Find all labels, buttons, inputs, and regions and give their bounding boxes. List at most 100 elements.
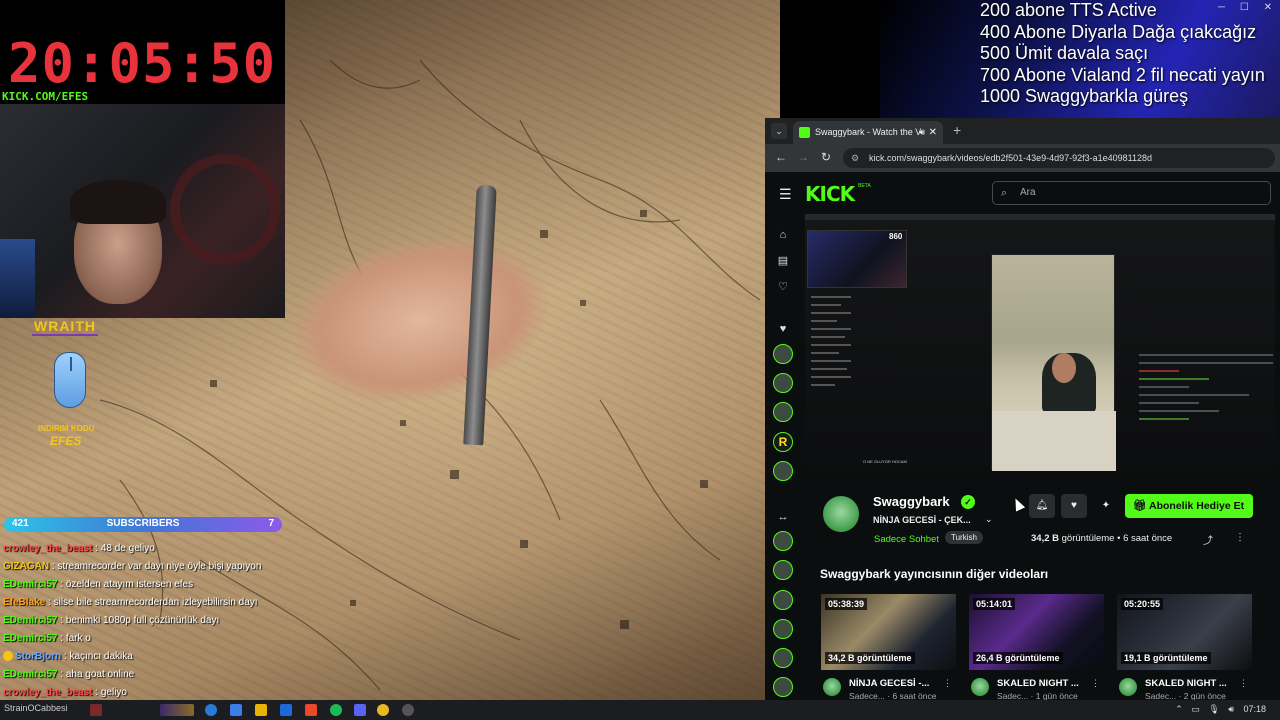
back-icon[interactable]: ← <box>775 150 787 164</box>
heart-icon[interactable]: ♥ <box>1061 494 1087 518</box>
address-bar: ← → ↻ ⚙ kick.com/swaggybark/videos/edb2f… <box>765 144 1280 172</box>
kick-beta-label: BETA <box>858 183 871 189</box>
video-views: 19,1 B görüntüleme <box>1121 652 1211 664</box>
tab-strip: ⌄ Swaggybark - Watch the V 🔊︎ ✕ + <box>765 118 1280 144</box>
gift-subscription-label: Abonelik Hediye Et <box>1149 500 1245 512</box>
url-input[interactable]: ⚙ kick.com/swaggybark/videos/edb2f501-43… <box>843 148 1275 168</box>
sparkle-icon[interactable]: ✦ <box>1093 494 1119 518</box>
followed-channel-avatar[interactable] <box>773 461 793 481</box>
outlook-icon[interactable] <box>280 704 292 716</box>
chat-user: StorBjorn <box>15 651 62 662</box>
more-options-icon[interactable]: ⋮ <box>1091 678 1100 689</box>
app-thumbnail-icon[interactable] <box>160 704 194 716</box>
embedded-video <box>991 254 1116 471</box>
video-card-title[interactable]: NİNJA GECESİ -... <box>849 678 929 689</box>
chat-user: EfeBlake <box>3 597 46 608</box>
video-channel-avatar[interactable] <box>1119 678 1137 696</box>
spotify-icon[interactable] <box>330 704 342 716</box>
chevron-up-icon[interactable]: ⌃ <box>1175 704 1183 714</box>
chat-line: EDemirci57 : benimki 1080p full çözünürl… <box>3 615 220 626</box>
followed-channel-avatar[interactable] <box>773 590 793 610</box>
menu-icon[interactable]: ☰ <box>779 186 792 203</box>
video-card-title[interactable]: SKALED NIGHT ... <box>1145 678 1227 689</box>
microphone-icon[interactable]: 🎙︎ <box>1208 704 1219 714</box>
edge-icon[interactable] <box>205 704 217 716</box>
folder-icon[interactable] <box>255 704 267 716</box>
video-card-title[interactable]: SKALED NIGHT ... <box>997 678 1079 689</box>
search-placeholder: Ara <box>1020 187 1036 198</box>
network-icon[interactable]: ▭ <box>1191 704 1200 714</box>
app-icon[interactable] <box>230 704 242 716</box>
video-channel-avatar[interactable] <box>823 678 841 696</box>
followed-channel-avatar[interactable] <box>773 648 793 668</box>
chat-user: EDemirci57 <box>3 615 58 626</box>
new-tab-icon[interactable]: + <box>953 122 961 138</box>
followed-channel-avatar[interactable] <box>773 402 793 422</box>
chat-user: crowley_the_beast <box>3 543 93 554</box>
search-input[interactable]: ⌕ Ara <box>992 181 1271 205</box>
followed-channel-avatar[interactable] <box>773 560 793 580</box>
verified-icon: ✓ <box>961 495 975 509</box>
kick-favicon-icon <box>799 127 810 138</box>
app-icon[interactable] <box>305 704 317 716</box>
speaker-icon[interactable]: 🔊︎ <box>919 121 925 144</box>
subscriber-label: SUBSCRIBERS <box>106 518 180 529</box>
video-thumbnail[interactable]: 05:20:55 19,1 B görüntüleme <box>1117 594 1252 670</box>
goal-item: 500 Ümit davala saçı <box>980 43 1149 63</box>
chevron-down-icon[interactable]: ⌄ <box>985 514 993 525</box>
forward-icon[interactable]: → <box>797 150 809 164</box>
maximize-icon[interactable]: ☐ <box>1240 2 1249 13</box>
subscriber-goal-bar: 421 SUBSCRIBERS 7 <box>4 517 282 532</box>
more-options-icon[interactable]: ⋮ <box>943 678 952 689</box>
chat-message: kaçıncı dakika <box>69 651 133 662</box>
reload-icon[interactable]: ↻ <box>821 150 831 164</box>
followed-channel-avatar[interactable]: R <box>773 432 793 452</box>
browser-tab[interactable]: Swaggybark - Watch the V 🔊︎ ✕ <box>793 121 943 144</box>
followed-channel-avatar[interactable] <box>773 677 793 697</box>
home-icon[interactable]: ⌂ <box>776 228 790 242</box>
collapse-icon[interactable]: ↔ <box>776 510 790 524</box>
discord-icon[interactable] <box>354 704 366 716</box>
more-options-icon[interactable]: ⋮ <box>1239 678 1248 689</box>
video-channel-avatar[interactable] <box>971 678 989 696</box>
followed-channel-avatar[interactable] <box>773 373 793 393</box>
followed-channel-avatar[interactable] <box>773 344 793 364</box>
taskbar-user: StrainOCabbesi <box>4 703 68 713</box>
video-player[interactable]: 860 O NE OLUYOR HOCAM <box>805 214 1275 484</box>
app-icon[interactable] <box>90 704 102 716</box>
gift-subscription-button[interactable]: 🎁︎ Abonelik Hediye Et <box>1125 494 1253 518</box>
category-link[interactable]: Sadece Sohbet <box>874 534 939 545</box>
timer-text: 20:05:50 <box>8 32 277 95</box>
site-info-icon[interactable]: ⚙ <box>851 148 859 168</box>
tab-close-icon[interactable]: ✕ <box>929 121 937 144</box>
share-icon[interactable]: ⤴ <box>1203 532 1213 547</box>
volume-icon[interactable]: 🔊︎ <box>1228 704 1234 714</box>
kick-logo[interactable]: KICK <box>805 182 855 206</box>
chat-message: aha goat online <box>65 669 135 680</box>
embedded-desk <box>992 411 1116 471</box>
minimize-icon[interactable]: ─ <box>1218 2 1225 13</box>
more-options-icon[interactable]: ⋮ <box>1235 532 1245 543</box>
chat-message: benimki 1080p full çözünürlük dayı <box>65 615 220 626</box>
channel-avatar[interactable] <box>821 494 861 534</box>
video-views: 26,4 B görüntüleme <box>973 652 1063 664</box>
embedded-person-head <box>1052 353 1076 383</box>
video-thumbnail[interactable]: 05:38:39 34,2 B görüntüleme <box>821 594 956 670</box>
chat-line: EDemirci57 : fark o <box>3 633 91 644</box>
channel-name[interactable]: Swaggybark <box>873 494 950 509</box>
following-icon[interactable]: ♡ <box>776 280 790 294</box>
followed-channel-avatar[interactable] <box>773 531 793 551</box>
favorites-icon[interactable]: ♥ <box>776 322 790 336</box>
chat-message: geliyo <box>100 687 127 698</box>
tab-search-icon[interactable]: ⌄ <box>771 123 787 139</box>
video-thumbnail[interactable]: 05:14:01 26,4 B görüntüleme <box>969 594 1104 670</box>
close-icon[interactable]: ✕ <box>1264 2 1272 13</box>
background-figure <box>0 239 35 318</box>
sponsor-brand: WRAITH <box>32 318 98 336</box>
followed-channel-avatar[interactable] <box>773 619 793 639</box>
chrome-icon[interactable] <box>377 704 389 716</box>
language-tag[interactable]: Turkish <box>945 531 983 544</box>
browse-icon[interactable]: ▤ <box>776 254 790 268</box>
bell-icon[interactable]: 🔔︎ <box>1029 494 1055 518</box>
obs-icon[interactable] <box>402 704 414 716</box>
